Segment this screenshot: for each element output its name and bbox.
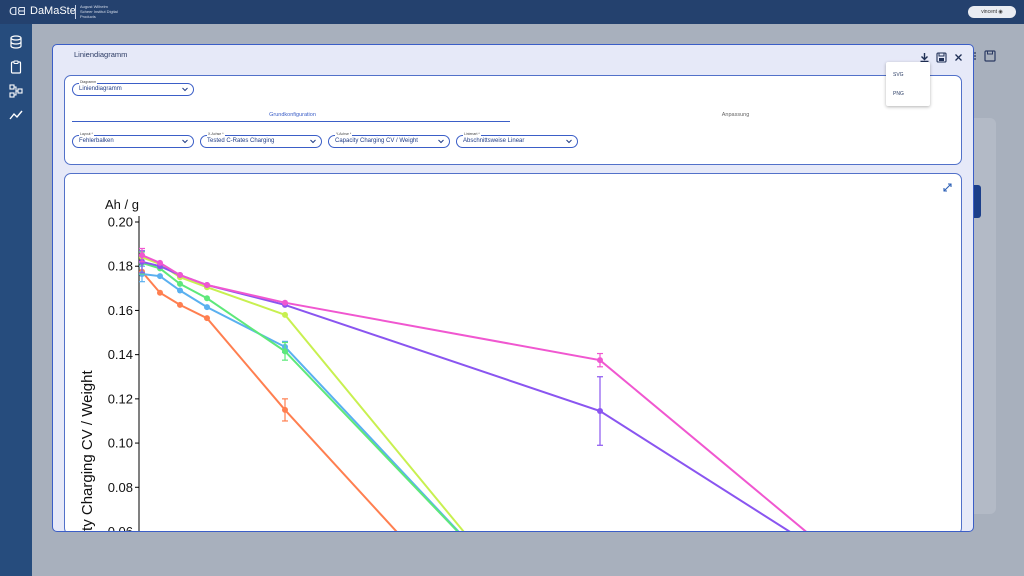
chevron-down-icon [438,139,444,144]
series-line-1 [141,271,398,531]
chevron-down-icon [310,139,316,144]
download-menu: SVG PNG [886,62,930,106]
workflow-icon[interactable] [9,84,23,98]
user-menu-button[interactable]: vincent ◉ [968,6,1016,18]
database-icon[interactable] [9,35,23,49]
data-point [204,282,210,289]
data-point [204,304,210,311]
app-name: DaMaSte [30,5,76,17]
y-tick-label: 0.06 [108,524,133,532]
data-point [157,273,163,280]
layout-value: Fehlerbalken [79,138,114,144]
chart-panel: 0.20 0.18 0.16 0.14 0.12 0.10 0.08 0.06 Ah / g Ca… [64,173,962,532]
data-point [597,408,603,415]
y-tick-label: 0.18 [108,259,133,274]
y-tick-label: 0.16 [108,303,133,318]
y-axis-title: Capacity Charging CV / Weight [79,370,96,532]
y-tick-label: 0.10 [108,436,133,451]
data-point [139,252,145,259]
tab-grundkonfiguration[interactable]: Grundkonfiguration [265,112,320,118]
data-point [157,259,163,266]
dialog-title: Liniendiagramm [74,50,128,59]
line-mode-label: Linienart * [463,132,481,136]
save-icon[interactable] [936,50,947,63]
tab-anpassung[interactable]: Anpassung [713,112,758,118]
download-icon[interactable] [919,50,930,63]
y-tick-label: 0.20 [108,215,133,230]
layout-select[interactable]: Layout * Fehlerbalken [72,132,194,148]
data-point [177,280,183,287]
user-name: vincent [981,9,998,15]
x-axis-select[interactable]: X-Achse * Tested C-Rates Charging [200,132,322,148]
close-icon[interactable] [953,50,964,61]
app-logo-icon: ᗡᗺ [9,5,26,18]
diagram-type-label: Diagramm [79,80,98,84]
data-point [282,299,288,306]
y-axis-value: Capacity Charging CV / Weight [335,138,418,144]
diagram-type-select[interactable]: Diagramm Liniendiagramm [72,80,194,96]
y-tick-label: 0.08 [108,480,133,495]
data-point [282,348,288,355]
brand-divider [75,5,76,19]
data-point [204,315,210,322]
configuration-panel: Diagramm Liniendiagramm Grundkonfigurati… [64,75,962,165]
x-axis-label: X-Achse * [207,132,225,136]
chevron-down-icon [182,139,188,144]
series-line-3 [141,261,459,531]
x-axis-value: Tested C-Rates Charging [207,138,275,144]
y-tick-label: 0.14 [108,347,133,362]
clipboard-icon[interactable] [9,60,23,74]
diagram-type-value: Liniendiagramm [79,86,122,92]
sidebar [0,24,32,576]
user-icon: ◉ [998,9,1003,15]
chevron-down-icon [566,139,572,144]
data-point [282,406,288,413]
data-point [204,295,210,302]
active-tab-indicator [72,121,510,122]
series-line-4 [141,256,465,531]
layout-label: Layout * [79,132,94,136]
chart-line-icon[interactable] [9,108,23,122]
data-point [282,311,288,318]
top-bar: ᗡᗺ DaMaSte August Wilhelm Scheer Institu… [0,0,1024,24]
download-svg-option[interactable]: SVG [893,72,904,78]
y-tick-label: 0.12 [108,391,133,406]
data-point [177,301,183,308]
chevron-down-icon [182,87,188,92]
data-point [597,357,603,364]
y-unit-label: Ah / g [105,197,139,212]
data-point [177,287,183,294]
line-mode-value: Abschnittsweise Linear [463,138,525,144]
institute-logo-text: August Wilhelm Scheer Institut Digital P… [80,4,118,19]
line-chart: 0.20 0.18 0.16 0.14 0.12 0.10 0.08 0.06 Ah / g Ca… [79,197,807,532]
data-point [157,289,163,296]
y-axis-label: Y-Achse * [335,132,353,136]
download-png-option[interactable]: PNG [893,91,904,97]
y-axis-select[interactable]: Y-Achse * Capacity Charging CV / Weight [328,132,450,148]
data-point [177,272,183,279]
chart-dialog: Liniendiagramm Diagramm Liniendiagramm G… [52,44,974,532]
line-mode-select[interactable]: Linienart * Abschnittsweise Linear [456,132,578,148]
